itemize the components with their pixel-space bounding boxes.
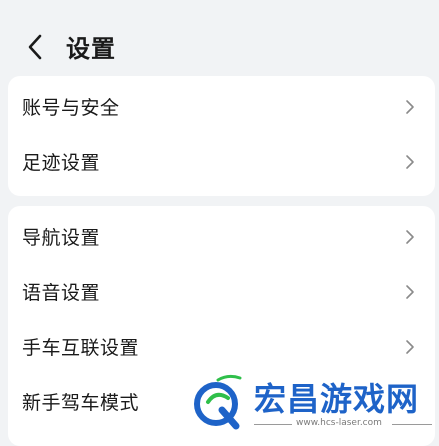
settings-item-label: 账号与安全 xyxy=(22,97,120,119)
settings-item-label: 语音设置 xyxy=(22,282,101,304)
chevron-right-icon xyxy=(404,228,416,246)
settings-item-label: 导航设置 xyxy=(22,227,101,249)
chevron-right-icon xyxy=(404,98,416,116)
settings-item-voice[interactable]: 语音设置 xyxy=(8,264,435,319)
settings-item-footprint[interactable]: 足迹设置 xyxy=(8,134,435,189)
watermark-name: 宏昌游戏网 xyxy=(254,380,420,418)
watermark-logo-icon xyxy=(194,374,242,430)
settings-item-phone-car-link[interactable]: 手车互联设置 xyxy=(8,319,435,374)
settings-item-navigation[interactable]: 导航设置 xyxy=(8,209,435,264)
settings-item-label: 新手驾车模式 xyxy=(22,392,140,414)
page-title: 设置 xyxy=(66,35,116,63)
chevron-left-icon xyxy=(28,34,42,60)
chevron-right-icon xyxy=(404,338,416,356)
settings-item-label: 手车互联设置 xyxy=(22,337,140,359)
settings-item-label: 足迹设置 xyxy=(22,152,101,174)
settings-group-account: 账号与安全 足迹设置 xyxy=(8,76,435,196)
back-button[interactable] xyxy=(20,30,50,64)
settings-item-account-security[interactable]: 账号与安全 xyxy=(8,79,435,134)
watermark-divider xyxy=(392,424,432,425)
watermark: 宏昌游戏网 www.hcs-laser.com xyxy=(188,372,438,434)
watermark-divider xyxy=(254,424,292,425)
header: 设置 xyxy=(0,0,439,70)
chevron-right-icon xyxy=(404,153,416,171)
chevron-right-icon xyxy=(404,283,416,301)
watermark-url: www.hcs-laser.com xyxy=(296,418,382,428)
